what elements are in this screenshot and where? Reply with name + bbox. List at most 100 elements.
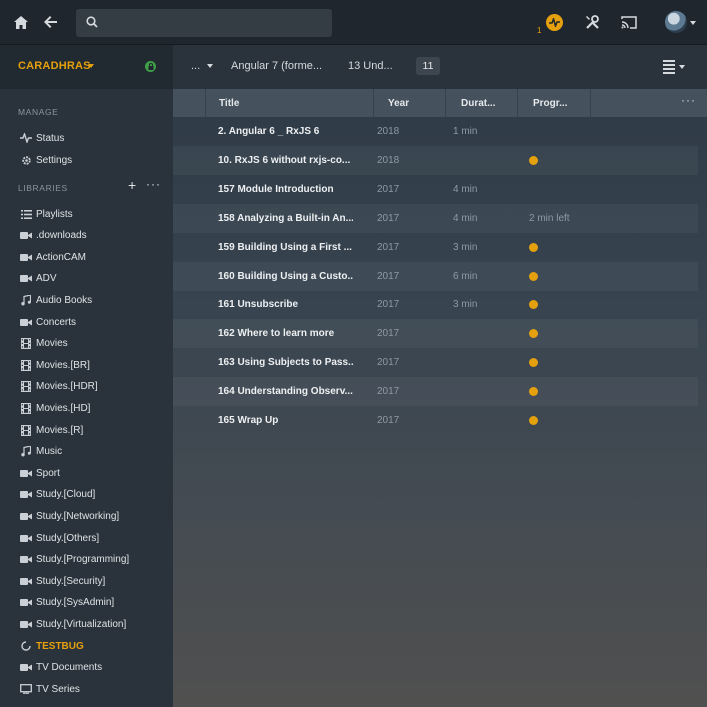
row-duration bbox=[453, 377, 513, 406]
sidebar-item-adv[interactable]: ADV bbox=[0, 269, 173, 289]
table-row[interactable]: 162 Where to learn more 2017 bbox=[173, 319, 698, 349]
server-name[interactable]: CARADHRAS bbox=[18, 60, 91, 72]
chevron-down-icon[interactable] bbox=[207, 64, 213, 68]
sidebar-item-label: Audio Books bbox=[36, 294, 93, 306]
sidebar-item-music[interactable]: Music bbox=[0, 442, 173, 462]
sidebar-item-study-cloud[interactable]: Study.[Cloud] bbox=[0, 485, 173, 505]
table-more-button[interactable]: ··· bbox=[681, 94, 696, 106]
row-title[interactable]: 165 Wrap Up bbox=[218, 406, 353, 435]
sidebar-item-study-programming[interactable]: Study.[Programming] bbox=[0, 550, 173, 570]
row-title[interactable]: 158 Analyzing a Built-in An... bbox=[218, 204, 353, 233]
row-year: 2017 bbox=[377, 183, 400, 195]
row-progress bbox=[529, 262, 609, 291]
video-camera-icon bbox=[17, 231, 35, 240]
video-camera-icon bbox=[17, 598, 35, 607]
add-library-button[interactable]: + bbox=[128, 178, 140, 193]
back-icon[interactable] bbox=[38, 10, 62, 34]
unwatched-indicator bbox=[529, 387, 538, 397]
table-row[interactable]: 159 Building Using a First ... 2017 3 min bbox=[173, 233, 698, 262]
row-title[interactable]: 163 Using Subjects to Pass... bbox=[218, 348, 353, 377]
sidebar-item-audio-books[interactable]: Audio Books bbox=[0, 290, 173, 310]
table-row[interactable]: 2. Angular 6 _ RxJS 6 2018 1 min bbox=[173, 117, 698, 146]
row-duration: 6 min bbox=[453, 270, 478, 282]
column-header-title[interactable]: Title bbox=[205, 89, 373, 117]
table-row[interactable]: 164 Understanding Observ... 2017 bbox=[173, 377, 698, 407]
sidebar-item-label: .downloads bbox=[36, 230, 87, 242]
table-row[interactable]: 161 Unsubscribe 2017 3 min bbox=[173, 290, 698, 319]
server-selector[interactable]: CARADHRAS bbox=[0, 45, 173, 89]
row-title[interactable]: 157 Module Introduction bbox=[218, 175, 353, 204]
unwatched-indicator bbox=[529, 329, 538, 339]
row-title[interactable]: 2. Angular 6 _ RxJS 6 bbox=[218, 117, 353, 146]
activity-icon[interactable] bbox=[546, 14, 563, 31]
row-year: 2017 bbox=[377, 415, 400, 426]
sidebar-item-tv-series[interactable]: TV Series bbox=[0, 679, 173, 699]
table-row[interactable]: 10. RxJS 6 without rxjs-co... 2018 bbox=[173, 145, 698, 175]
breadcrumb-more-button[interactable]: ... bbox=[191, 60, 200, 72]
row-progress bbox=[529, 377, 609, 406]
film-icon bbox=[17, 424, 35, 436]
row-duration: 3 min bbox=[453, 299, 478, 311]
film-icon bbox=[17, 381, 35, 393]
video-camera-icon bbox=[17, 555, 35, 564]
sidebar-item-movies-hdr[interactable]: Movies.[HDR] bbox=[0, 377, 173, 397]
row-duration bbox=[453, 319, 513, 348]
row-title[interactable]: 164 Understanding Observ... bbox=[218, 377, 353, 406]
cast-icon[interactable] bbox=[617, 10, 641, 34]
sidebar-item-study-sysadmin[interactable]: Study.[SysAdmin] bbox=[0, 593, 173, 613]
row-progress bbox=[529, 406, 609, 435]
sidebar-item-concerts[interactable]: Concerts bbox=[0, 312, 173, 332]
column-header-duration[interactable]: Durat... bbox=[445, 89, 517, 117]
breadcrumb-season[interactable]: 13 Und... bbox=[348, 60, 393, 72]
sidebar-item-settings[interactable]: Settings bbox=[0, 150, 173, 170]
row-duration bbox=[453, 348, 513, 377]
table-row[interactable]: 157 Module Introduction 2017 4 min bbox=[173, 175, 698, 204]
unwatched-indicator bbox=[529, 416, 538, 425]
breadcrumb-show[interactable]: Angular 7 (forme... bbox=[231, 60, 322, 72]
sidebar-item-sport[interactable]: Sport bbox=[0, 463, 173, 483]
search-box[interactable] bbox=[76, 9, 332, 37]
avatar[interactable] bbox=[665, 11, 687, 33]
column-header-year[interactable]: Year bbox=[373, 89, 445, 117]
view-mode-button[interactable] bbox=[663, 59, 689, 75]
table-row[interactable]: 163 Using Subjects to Pass... 2017 bbox=[173, 348, 698, 377]
row-year: 2018 bbox=[377, 126, 400, 137]
search-input[interactable] bbox=[106, 9, 326, 37]
table-row[interactable]: 165 Wrap Up 2017 bbox=[173, 406, 698, 435]
sidebar-item-label: Movies bbox=[36, 338, 68, 350]
settings-icon[interactable] bbox=[580, 10, 604, 34]
row-duration: 1 min bbox=[453, 126, 478, 137]
row-title[interactable]: 10. RxJS 6 without rxjs-co... bbox=[218, 146, 353, 175]
table-row[interactable]: 160 Building Using a Custo... 2017 6 min bbox=[173, 261, 698, 291]
sidebar-item-movies-hd[interactable]: Movies.[HD] bbox=[0, 398, 173, 418]
sidebar-item-status[interactable]: Status bbox=[0, 128, 173, 148]
sidebar-item-actioncam[interactable]: ActionCAM bbox=[0, 247, 173, 267]
sidebar-item-tv-documents[interactable]: TV Documents bbox=[0, 658, 173, 678]
sidebar-item-movies-r[interactable]: Movies.[R] bbox=[0, 420, 173, 440]
row-title[interactable]: 159 Building Using a First ... bbox=[218, 233, 353, 262]
chevron-down-icon bbox=[679, 65, 685, 69]
column-header-label: Durat... bbox=[461, 97, 496, 109]
sidebar-item-movies[interactable]: Movies bbox=[0, 334, 173, 354]
sidebar-item-study-virtualization[interactable]: Study.[Virtualization] bbox=[0, 614, 173, 634]
server-caret-icon[interactable] bbox=[88, 64, 94, 68]
sidebar-item-testbug[interactable]: TESTBUG bbox=[0, 636, 173, 656]
sidebar-item-study-networking[interactable]: Study.[Networking] bbox=[0, 506, 173, 526]
video-camera-icon bbox=[17, 318, 35, 327]
row-title[interactable]: 160 Building Using a Custo... bbox=[218, 262, 353, 291]
sidebar-item-label: Study.[Networking] bbox=[36, 510, 120, 522]
row-title[interactable]: 162 Where to learn more bbox=[218, 319, 353, 348]
libraries-more-button[interactable]: ··· bbox=[146, 178, 160, 191]
column-header-progress[interactable]: Progr... bbox=[517, 89, 590, 117]
sidebar-item-movies-br[interactable]: Movies.[BR] bbox=[0, 355, 173, 375]
home-icon[interactable] bbox=[9, 10, 33, 34]
row-progress: 2 min left bbox=[529, 204, 609, 233]
sidebar-item-playlists[interactable]: Playlists bbox=[0, 204, 173, 224]
sidebar-item-study-security[interactable]: Study.[Security] bbox=[0, 571, 173, 591]
avatar-caret-icon[interactable] bbox=[690, 21, 696, 25]
sidebar-item-study-others[interactable]: Study.[Others] bbox=[0, 528, 173, 548]
film-icon bbox=[17, 359, 35, 371]
sidebar-item-downloads[interactable]: .downloads bbox=[0, 226, 173, 246]
table-row[interactable]: 158 Analyzing a Built-in An... 2017 4 min 2… bbox=[173, 203, 698, 233]
row-title[interactable]: 161 Unsubscribe bbox=[218, 290, 353, 319]
